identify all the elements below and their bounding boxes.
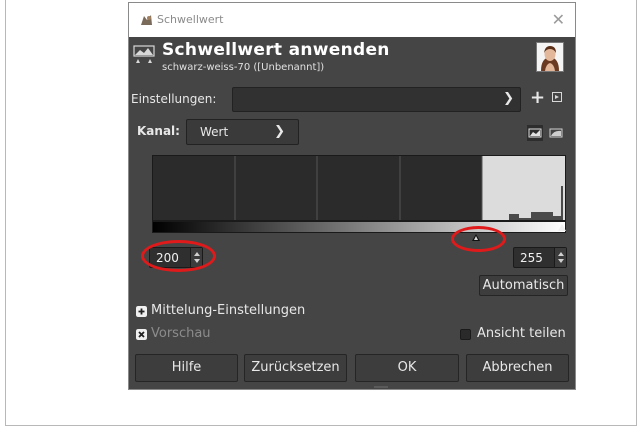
add-preset-icon[interactable]: + xyxy=(530,88,545,108)
split-view-label[interactable]: Ansicht teilen xyxy=(477,326,566,341)
spin-up-icon[interactable] xyxy=(194,252,200,256)
presets-combobox[interactable]: ❯ xyxy=(232,87,521,112)
high-threshold-spinbutton[interactable]: 255 xyxy=(513,247,567,268)
presets-label: Einstellungen: xyxy=(131,92,217,106)
preset-menu-icon[interactable] xyxy=(552,92,562,102)
ok-button-label: OK xyxy=(397,360,417,375)
resize-grip xyxy=(374,386,388,388)
channel-label: Kanal: xyxy=(137,124,180,138)
gimp-app-icon xyxy=(141,15,152,25)
dialog-heading: Schwellwert anwenden xyxy=(162,40,390,60)
selected-range xyxy=(482,156,565,220)
split-view-checkbox[interactable] xyxy=(460,329,471,340)
spin-arrows[interactable] xyxy=(190,248,202,267)
chevron-down-icon: ❯ xyxy=(274,124,285,139)
high-threshold-value: 255 xyxy=(520,251,543,265)
image-name: schwarz-weiss-70 ([Unbenannt]) xyxy=(162,62,325,73)
help-button-label: Hilfe xyxy=(171,360,202,375)
spin-arrows[interactable] xyxy=(554,248,566,267)
cancel-button[interactable]: Abbrechen xyxy=(466,354,569,382)
close-icon[interactable]: ✕ xyxy=(552,10,565,29)
threshold-dialog: Schwellwert ✕ Schwellwert anwenden schwa… xyxy=(128,2,576,390)
auto-button-label: Automatisch xyxy=(482,278,565,293)
threshold-slider[interactable] xyxy=(152,224,566,243)
low-threshold-handle-inner xyxy=(473,236,478,240)
histogram[interactable] xyxy=(152,155,566,221)
channel-value: Wert xyxy=(200,125,229,139)
reset-button[interactable]: Zurücksetzen xyxy=(244,354,347,382)
log-histogram-icon[interactable] xyxy=(548,125,564,141)
low-threshold-value: 200 xyxy=(156,251,179,265)
blending-options-label[interactable]: Mittelung-Einstellungen xyxy=(151,303,305,318)
image-thumbnail xyxy=(536,42,564,72)
high-threshold-handle[interactable] xyxy=(558,224,566,231)
expand-plus-icon[interactable] xyxy=(136,306,147,317)
chevron-down-icon: ❯ xyxy=(503,91,514,106)
dialog-body: Schwellwert anwenden schwarz-weiss-70 ([… xyxy=(129,37,575,389)
spin-down-icon[interactable] xyxy=(558,259,564,263)
help-button[interactable]: Hilfe xyxy=(135,354,238,382)
spin-down-icon[interactable] xyxy=(194,259,200,263)
ok-button[interactable]: OK xyxy=(355,354,459,382)
gradient-strip xyxy=(152,221,566,233)
preview-label[interactable]: Vorschau xyxy=(151,326,211,341)
auto-button[interactable]: Automatisch xyxy=(479,275,568,296)
channel-combobox[interactable]: Wert ❯ xyxy=(186,119,299,145)
window-title: Schwellwert xyxy=(157,13,224,26)
threshold-tool-icon xyxy=(133,45,155,63)
spin-up-icon[interactable] xyxy=(558,252,564,256)
cancel-button-label: Abbrechen xyxy=(482,360,553,375)
linear-histogram-icon[interactable] xyxy=(527,125,543,141)
reset-button-label: Zurücksetzen xyxy=(251,360,340,375)
preview-checkbox-icon[interactable] xyxy=(136,329,147,340)
low-threshold-spinbutton[interactable]: 200 xyxy=(149,247,203,268)
histogram-plot xyxy=(234,156,565,220)
title-bar: Schwellwert ✕ xyxy=(129,3,575,37)
